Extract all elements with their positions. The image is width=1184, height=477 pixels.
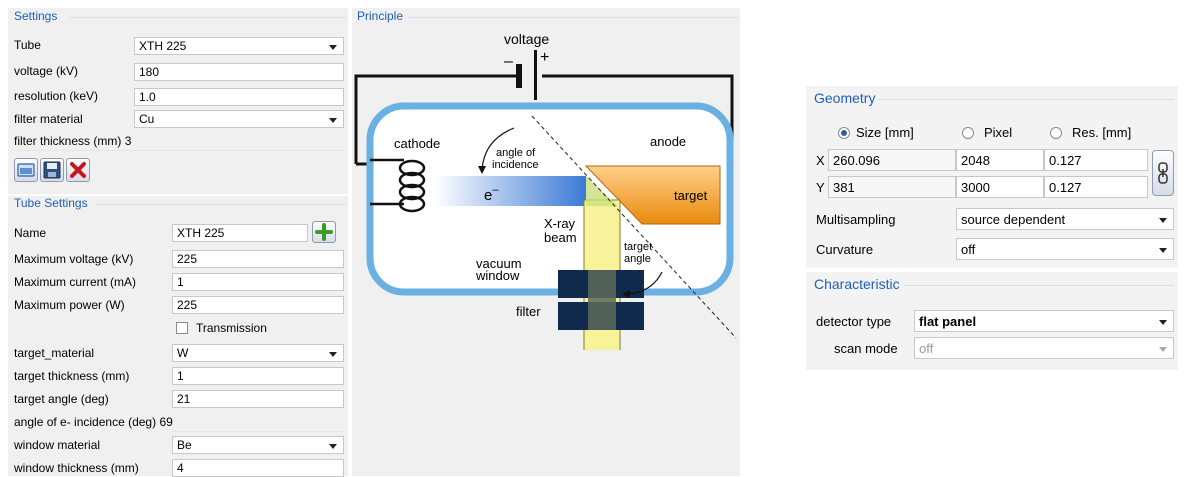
window-material-label: window material: [14, 438, 101, 452]
save-icon: [43, 161, 61, 179]
target-material-label: target_material: [14, 346, 95, 360]
minus-sign: –: [504, 53, 513, 70]
y-size-field[interactable]: 381: [828, 176, 956, 198]
y-res-field[interactable]: 0.127: [1044, 176, 1148, 198]
multisampling-label: Multisampling: [816, 212, 896, 227]
x-size-field[interactable]: 260.096: [828, 149, 956, 171]
settings-title: Settings: [14, 9, 58, 23]
principle-title-line: [408, 17, 738, 18]
filter-material-select[interactable]: Cu: [134, 110, 344, 128]
res-radio[interactable]: [1050, 127, 1062, 139]
characteristic-title: Characteristic: [814, 276, 900, 292]
save-button[interactable]: [40, 158, 64, 182]
window-label: window: [475, 268, 520, 283]
target-material-select[interactable]: W: [172, 344, 344, 362]
filter-material-label: filter material: [14, 112, 83, 126]
tube-select[interactable]: XTH 225: [134, 37, 344, 55]
res-radio-label: Res. [mm]: [1072, 125, 1132, 140]
tube-settings-title: Tube Settings: [14, 196, 88, 210]
curvature-label: Curvature: [816, 242, 874, 257]
filter-thickness-label: filter thickness (mm) 3: [14, 134, 132, 148]
target-thickness-label: target thickness (mm): [14, 369, 130, 383]
filter-label: filter: [516, 304, 541, 319]
scan-mode-label: scan mode: [834, 341, 898, 356]
xray-tube-diagram: voltage – + cathode anode angle of incid…: [354, 31, 737, 350]
add-tube-button[interactable]: [312, 221, 336, 243]
anode-label: anode: [650, 134, 686, 149]
electron-beam: [434, 176, 586, 206]
tube-label: Tube: [14, 38, 41, 52]
voltage-label: voltage (kV): [14, 64, 79, 78]
window-thickness-label: window thickness (mm): [14, 461, 139, 475]
cathode-label: cathode: [394, 136, 440, 151]
pixel-radio[interactable]: [962, 127, 974, 139]
curvature-select[interactable]: off: [956, 238, 1174, 260]
resolution-input[interactable]: 1.0: [134, 88, 344, 106]
target-angle-label-1: target: [624, 241, 652, 253]
x-res-field[interactable]: 0.127: [1044, 149, 1148, 171]
detector-type-label: detector type: [816, 314, 892, 329]
transmission-label: Transmission: [196, 321, 267, 335]
x-pixel-field[interactable]: 2048: [956, 149, 1044, 171]
window-thickness-input[interactable]: 4: [172, 459, 344, 477]
pixel-radio-label: Pixel: [984, 125, 1013, 140]
max-voltage-input[interactable]: 225: [172, 250, 344, 268]
settings-title-line: [70, 17, 346, 18]
delete-button[interactable]: [66, 158, 90, 182]
xray-label: X-ray: [544, 216, 576, 231]
chain-link-icon: [1158, 162, 1168, 184]
voltage-input[interactable]: 180: [134, 63, 344, 81]
size-radio-label: Size [mm]: [856, 125, 914, 140]
open-button[interactable]: [14, 158, 38, 182]
link-aspect-button[interactable]: [1152, 150, 1174, 196]
target-angle-input[interactable]: 21: [172, 390, 344, 408]
row-divider: [172, 431, 344, 432]
max-current-input[interactable]: 1: [172, 273, 344, 291]
row-divider: [14, 150, 344, 151]
x-label: X: [816, 153, 825, 168]
battery-icon: [516, 50, 537, 100]
y-pixel-field[interactable]: 3000: [956, 176, 1044, 198]
y-label: Y: [816, 180, 825, 195]
tube-settings-title-line: [96, 204, 346, 205]
resolution-label: resolution (keV): [14, 89, 99, 103]
incidence-label: incidence: [492, 159, 538, 171]
name-label: Name: [14, 226, 47, 240]
max-power-label: Maximum power (W): [14, 298, 125, 312]
delete-icon: [70, 162, 86, 178]
filter-thickness-value[interactable]: 3: [125, 134, 132, 148]
multisampling-select[interactable]: source dependent: [956, 208, 1174, 230]
size-radio[interactable]: [838, 127, 850, 139]
target-label: target: [674, 188, 708, 203]
transmission-checkbox[interactable]: [176, 322, 188, 334]
target-angle-label: target angle (deg): [14, 392, 109, 406]
window-material-select[interactable]: Be: [172, 436, 344, 454]
target-angle-label-2: angle: [624, 253, 651, 265]
angle-of-label: angle of: [496, 147, 536, 159]
detector-type-select[interactable]: flat panel: [914, 310, 1174, 332]
target-thickness-input[interactable]: 1: [172, 367, 344, 385]
max-voltage-label: Maximum voltage (kV): [14, 252, 134, 266]
xray-beam-overlay: [588, 270, 616, 330]
geometry-title-line: [878, 99, 1174, 100]
name-input[interactable]: XTH 225: [172, 224, 308, 242]
incidence-angle-value[interactable]: 69: [159, 415, 172, 429]
max-current-label: Maximum current (mA): [14, 275, 137, 289]
beam-label: beam: [544, 230, 577, 245]
characteristic-title-line: [904, 285, 1174, 286]
scan-mode-select: off: [914, 337, 1174, 359]
plus-sign: +: [540, 49, 549, 66]
max-power-input[interactable]: 225: [172, 296, 344, 314]
incidence-angle-label: angle of e- incidence (deg) 69: [14, 415, 173, 429]
open-icon: [17, 163, 35, 177]
plus-icon: [315, 223, 333, 241]
voltage-label: voltage: [504, 31, 549, 47]
geometry-title: Geometry: [814, 90, 876, 106]
